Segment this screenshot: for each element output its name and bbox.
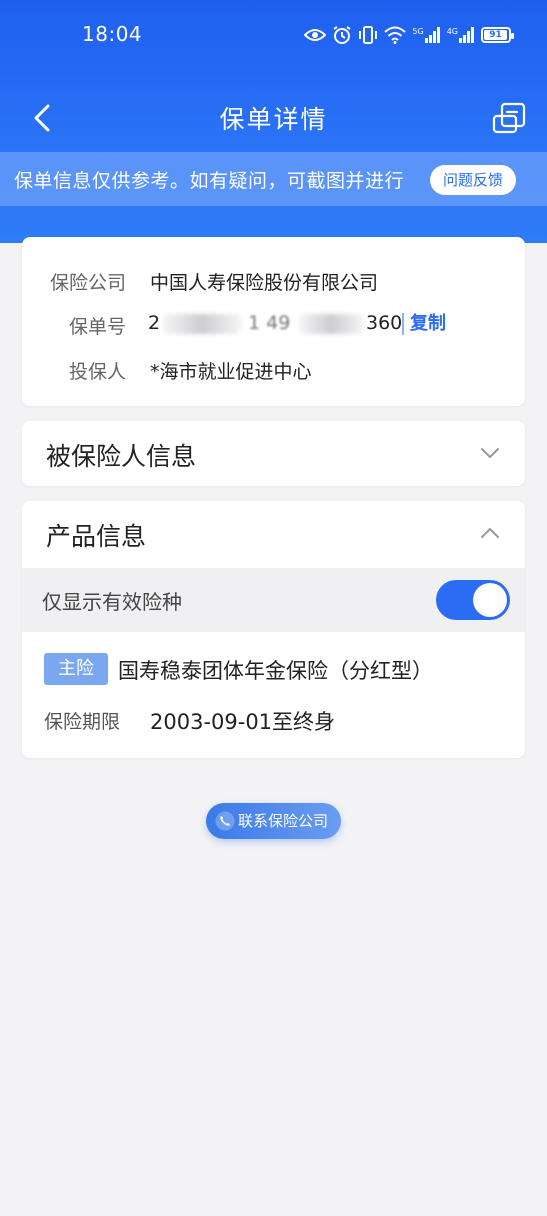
signal-5g-icon: 5G [412, 27, 440, 43]
policy-number-value: 2 1 49 360 [148, 312, 402, 336]
contact-label: 联系保险公司 [238, 812, 329, 830]
redaction-blur [298, 314, 364, 334]
status-bar: 18:04 5G 4G 91 [0, 0, 547, 70]
holder-label: 投保人 [69, 361, 127, 383]
policy-number-label: 保单号 [69, 316, 127, 338]
eye-icon [304, 29, 327, 41]
wifi-icon [384, 26, 407, 44]
product-info-section: 产品信息 仅显示有效险种 主险 国寿稳泰团体年金保险（分红型） 保险期限 200… [22, 501, 525, 758]
signal-4g-label: 4G [446, 27, 458, 36]
policy-number-suffix: 360 [366, 312, 403, 334]
period-label: 保险期限 [44, 711, 121, 733]
phone-icon [215, 811, 235, 831]
period-value: 2003-09-01至终身 [150, 710, 336, 734]
vibrate-icon [359, 26, 378, 44]
chevron-up-icon[interactable] [479, 522, 501, 544]
insured-info-section[interactable]: 被保险人信息 [22, 421, 525, 486]
insured-section-title: 被保险人信息 [46, 442, 197, 471]
policy-info-card: 保险公司 中国人寿保险股份有限公司 保单号 2 1 49 360 复制 投保人 … [22, 237, 525, 406]
share-icon [492, 102, 526, 134]
page-title: 保单详情 [219, 105, 328, 134]
notice-banner: 保单信息仅供参考。如有疑问，可截图并进行 问题反馈 [0, 152, 547, 206]
policy-number-prefix: 2 [148, 312, 161, 334]
chevron-down-icon[interactable] [479, 442, 501, 464]
product-section-title: 产品信息 [46, 522, 147, 551]
navigation-bar: 保单详情 [0, 88, 547, 148]
feedback-button[interactable]: 问题反馈 [430, 165, 516, 195]
battery-level: 91 [484, 30, 507, 40]
product-name: 国寿稳泰团体年金保险（分红型） [118, 659, 433, 683]
holder-value: *海市就业促进中心 [150, 361, 312, 383]
status-time: 18:04 [82, 22, 143, 46]
main-coverage-badge: 主险 [44, 653, 108, 685]
signal-5g-label: 5G [412, 27, 424, 36]
company-label: 保险公司 [50, 272, 127, 294]
battery-icon: 91 [481, 27, 514, 43]
company-value: 中国人寿保险股份有限公司 [150, 272, 379, 294]
toggle-knob [473, 583, 507, 617]
share-button[interactable] [491, 100, 527, 136]
valid-coverage-filter-row: 仅显示有效险种 [22, 568, 525, 632]
notice-text: 保单信息仅供参考。如有疑问，可截图并进行 [14, 170, 405, 192]
filter-label: 仅显示有效险种 [42, 590, 182, 614]
alarm-icon [333, 26, 351, 44]
contact-insurer-button[interactable]: 联系保险公司 [206, 803, 341, 839]
signal-4g-icon: 4G [447, 27, 475, 43]
redaction-blur [162, 314, 242, 334]
status-icons: 5G 4G 91 [304, 22, 514, 48]
copy-button[interactable]: 复制 [402, 313, 446, 335]
policy-number-mid: 1 49 [248, 312, 291, 334]
valid-only-toggle[interactable] [436, 580, 510, 620]
